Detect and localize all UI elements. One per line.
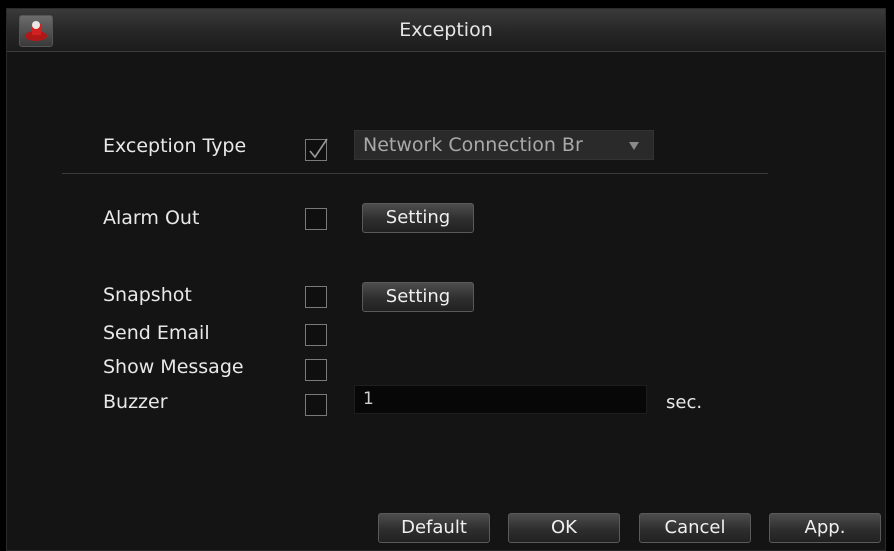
ok-button[interactable]: OK: [508, 513, 620, 543]
exception-type-dropdown[interactable]: Network Connection Br: [354, 130, 654, 160]
exception-dialog: Exception: [6, 8, 886, 551]
show-message-label: Show Message: [103, 356, 244, 378]
send-email-checkbox[interactable]: [305, 324, 327, 346]
divider: [62, 173, 768, 174]
exception-type-checkbox[interactable]: [305, 138, 328, 161]
alarm-out-setting-button[interactable]: Setting: [362, 203, 474, 233]
exception-type-label: Exception Type: [103, 135, 247, 157]
title-bar: Exception: [7, 9, 885, 52]
exception-type-selected: Network Connection Br: [363, 134, 583, 156]
buzzer-unit-label: sec.: [666, 392, 703, 413]
alarm-out-label: Alarm Out: [103, 207, 200, 229]
buzzer-duration-input[interactable]: 1: [354, 385, 647, 414]
default-button[interactable]: Default: [378, 513, 490, 543]
alarm-out-checkbox[interactable]: [305, 208, 327, 230]
show-message-checkbox[interactable]: [305, 359, 327, 381]
snapshot-setting-button[interactable]: Setting: [362, 282, 474, 312]
buzzer-label: Buzzer: [103, 391, 168, 413]
window-title: Exception: [399, 19, 493, 41]
snapshot-label: Snapshot: [103, 284, 192, 306]
send-email-label: Send Email: [103, 322, 210, 344]
cancel-button[interactable]: Cancel: [639, 513, 751, 543]
snapshot-checkbox[interactable]: [305, 286, 327, 308]
chevron-down-icon: [629, 142, 639, 150]
apply-button[interactable]: App.: [769, 513, 881, 543]
buzzer-checkbox[interactable]: [305, 394, 327, 416]
checkmark-icon: [309, 138, 328, 159]
